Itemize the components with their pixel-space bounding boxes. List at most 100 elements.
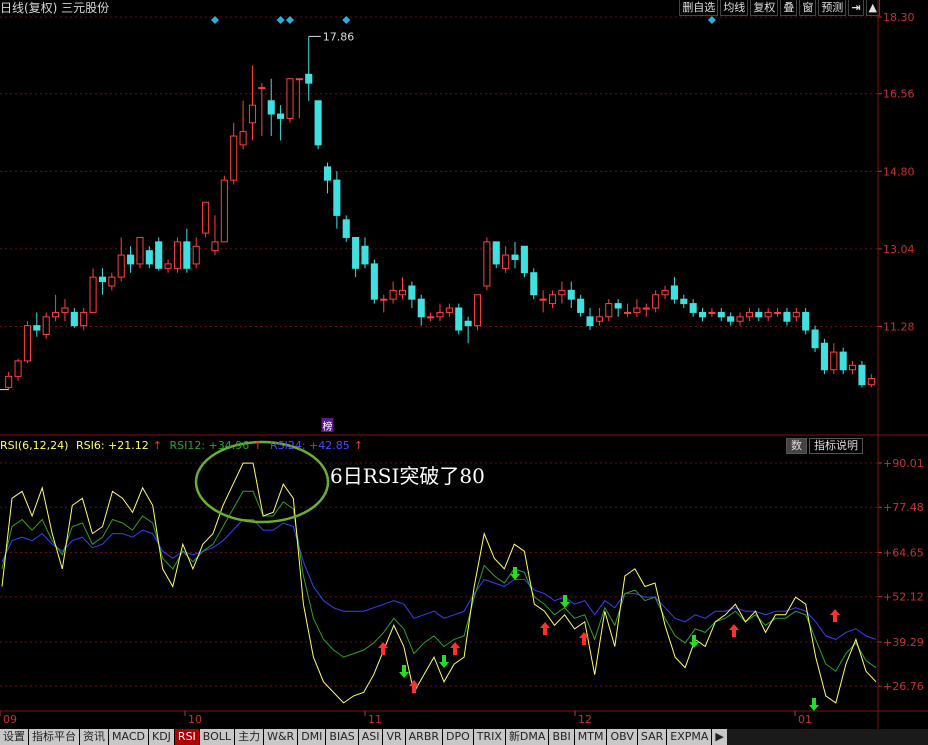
candle-body <box>567 289 575 300</box>
candle-body <box>5 375 13 388</box>
tab-obv[interactable]: OBV <box>607 729 638 745</box>
indicator-help-button[interactable]: 指标说明 <box>809 438 863 454</box>
candle-body <box>342 219 350 238</box>
candle-body <box>89 276 97 313</box>
sell-arrow-icon <box>439 655 449 668</box>
buy-arrow-icon <box>830 609 840 622</box>
tab-wr[interactable]: W&R <box>264 729 299 745</box>
candle-body <box>511 254 519 261</box>
tab-1[interactable]: 指标平台 <box>29 729 80 745</box>
candle-body <box>455 307 463 331</box>
candle-body <box>164 263 172 269</box>
candle-body <box>680 298 688 305</box>
tab-dpo[interactable]: DPO <box>443 729 474 745</box>
event-diamond-icon <box>276 16 285 24</box>
candle-body <box>708 311 716 314</box>
candle-body <box>136 236 144 265</box>
candle-body <box>530 272 538 296</box>
indicator-tab-bar: 设置 指标平台 资讯 MACD KDJ RSI BOLL 主力 W&R DMI BIAS ASI VR A… <box>0 729 928 745</box>
tab-kdj[interactable]: KDJ <box>148 729 175 745</box>
tab-scroll-right-icon[interactable]: ▶ <box>712 729 727 745</box>
candle-body <box>492 241 500 265</box>
rsi-axis-label: +26.76 <box>883 680 924 693</box>
tab-vr[interactable]: VR <box>383 729 406 745</box>
candle-body <box>849 364 857 371</box>
candle-body <box>230 135 238 181</box>
candle-body <box>202 201 210 234</box>
candle-body <box>736 316 744 322</box>
candle-body <box>173 241 182 269</box>
rsi-axis-label: +52.12 <box>883 591 924 604</box>
event-diamond-icon <box>707 16 716 24</box>
sell-arrow-icon <box>399 665 409 678</box>
candle-body <box>445 307 453 313</box>
candle-body <box>248 104 257 124</box>
data-button[interactable]: 数 <box>786 438 807 454</box>
tab-boll[interactable]: BOLL <box>199 729 236 745</box>
price-axis-label: 18.30 <box>883 11 915 24</box>
tab-dmi[interactable]: DMI <box>298 729 327 745</box>
event-diamond-icon <box>342 16 351 24</box>
candle-body <box>520 245 528 274</box>
candle-body <box>670 285 678 300</box>
tab-arbr[interactable]: ARBR <box>405 729 444 745</box>
candle-body <box>23 325 31 362</box>
candle-body <box>717 311 725 318</box>
tab-2[interactable]: 资讯 <box>80 729 109 745</box>
tab-dma[interactable]: 新DMA <box>505 729 550 745</box>
rank-marker-label: 榜 <box>322 420 332 433</box>
candle-body <box>661 289 669 296</box>
tab-0[interactable]: 设置 <box>0 729 29 745</box>
tab-trix[interactable]: TRIX <box>473 729 506 745</box>
candle-body <box>117 254 125 278</box>
candle-body <box>61 307 69 313</box>
price-axis-label: 16.56 <box>883 88 915 101</box>
price-axis-label: 13.04 <box>883 243 915 256</box>
buy-arrow-icon <box>540 622 550 635</box>
rsi-header: RSI(6,12,24) RSI6: +21.12 ↑ RSI12: +34.96… <box>0 438 367 454</box>
date-label: 12 <box>578 713 592 726</box>
candle-body <box>774 311 782 314</box>
date-label: 11 <box>368 713 382 726</box>
candle-body <box>333 179 341 216</box>
candle-body <box>42 316 50 335</box>
tab-bbi[interactable]: BBI <box>549 729 575 745</box>
tab-asi[interactable]: ASI <box>358 729 384 745</box>
tab-bias[interactable]: BIAS <box>326 729 359 745</box>
buy-arrow-icon <box>729 624 739 637</box>
tab-mtm[interactable]: MTM <box>574 729 608 745</box>
candle-body <box>98 276 106 283</box>
candle-body <box>211 241 219 252</box>
candle-body <box>577 298 585 313</box>
rsi-buttons: 数 指标说明 <box>786 438 865 454</box>
candle-body <box>352 236 360 269</box>
candle-body <box>380 298 388 301</box>
tab-sar[interactable]: SAR <box>637 729 668 745</box>
rsi12-line <box>1 490 877 672</box>
rsi12-up-icon: ↑ <box>253 439 263 452</box>
candle-body <box>277 113 285 119</box>
candle-body <box>858 364 866 386</box>
tab-expma[interactable]: EXPMA <box>667 729 713 745</box>
rsi24-value: RSI24: +42.85 <box>269 439 350 452</box>
candle-body <box>633 307 641 313</box>
price-axis-label: 14.80 <box>883 165 915 178</box>
candle-body <box>586 316 594 327</box>
candle-body <box>783 311 791 322</box>
tab-macd[interactable]: MACD <box>109 729 149 745</box>
candle-body <box>502 254 510 269</box>
candle-body <box>820 342 828 371</box>
candle-body <box>52 311 60 318</box>
tab-rsi[interactable]: RSI <box>174 729 200 745</box>
candle-body <box>220 179 228 243</box>
candle-body <box>398 289 407 296</box>
rsi-title: RSI(6,12,24) <box>0 439 69 452</box>
stock-chart[interactable]: 18.30 16.56 14.80 13.04 11.28 +90.01 +77.48 +64… <box>0 0 928 730</box>
price-axis-label: 11.28 <box>883 321 915 334</box>
tab-7[interactable]: 主力 <box>235 729 265 745</box>
candle-body <box>33 325 41 331</box>
candle-body <box>155 241 163 269</box>
rsi-axis-label: +90.01 <box>883 457 924 470</box>
candle-body <box>389 289 397 300</box>
rsi-axis-label: +77.48 <box>883 501 924 514</box>
